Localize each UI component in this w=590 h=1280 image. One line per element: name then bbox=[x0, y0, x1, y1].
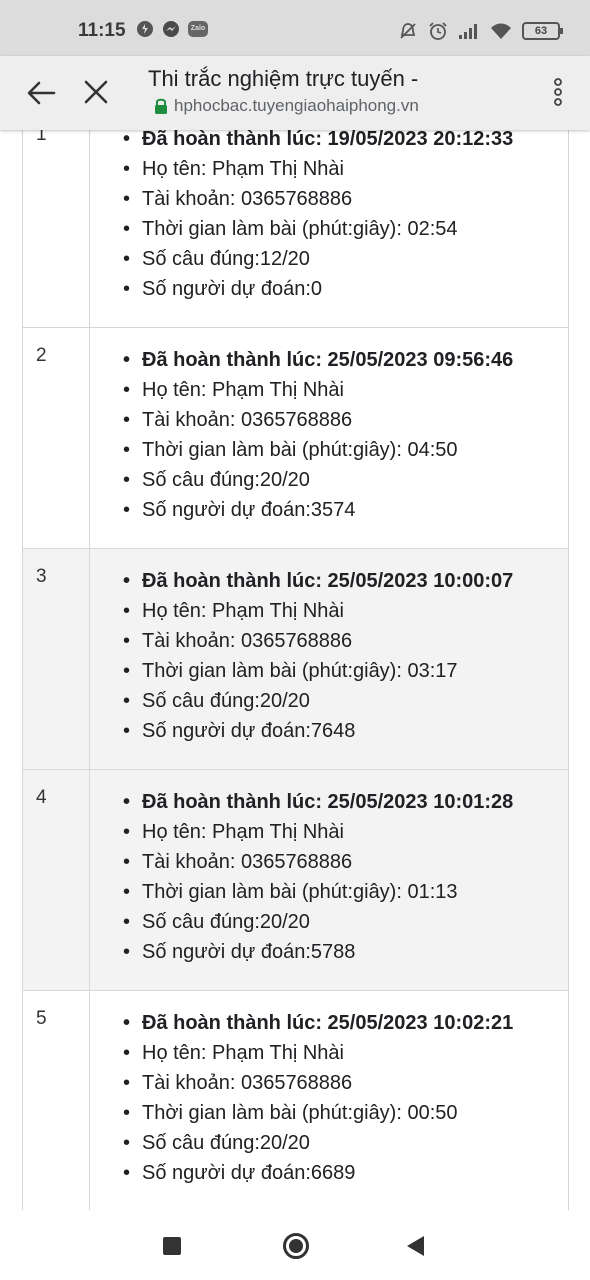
alarm-icon bbox=[429, 22, 447, 40]
url-bar[interactable]: hphocbac.tuyengiaohaiphong.vn bbox=[154, 96, 419, 116]
navigation-bar bbox=[0, 1210, 590, 1280]
full-name: Họ tên: Phạm Thị Nhài bbox=[123, 1038, 568, 1068]
results-table: 1 Đã hoàn thành lúc: 19/05/2023 20:12:33… bbox=[22, 130, 569, 1210]
account: Tài khoản: 0365768886 bbox=[123, 405, 568, 435]
browser-toolbar: Thi trắc nghiệm trực tuyến - hphocbac.tu… bbox=[0, 56, 590, 130]
predicted-count: Số người dự đoán:0 bbox=[123, 274, 568, 304]
full-name: Họ tên: Phạm Thị Nhài bbox=[123, 154, 568, 184]
row-index: 1 bbox=[23, 130, 90, 327]
row-details: Đã hoàn thành lúc: 25/05/2023 10:01:28 H… bbox=[90, 770, 568, 990]
recents-button[interactable] bbox=[163, 1237, 181, 1255]
row-index: 3 bbox=[23, 549, 90, 769]
predicted-count: Số người dự đoán:7648 bbox=[123, 716, 568, 746]
signal-icon bbox=[459, 24, 477, 39]
duration: Thời gian làm bài (phút:giây): 02:54 bbox=[123, 214, 568, 244]
correct-answers: Số câu đúng:20/20 bbox=[123, 465, 568, 495]
full-name: Họ tên: Phạm Thị Nhài bbox=[123, 375, 568, 405]
results-content: 1 Đã hoàn thành lúc: 19/05/2023 20:12:33… bbox=[0, 130, 590, 1210]
messenger-icon bbox=[163, 21, 179, 37]
wifi-icon bbox=[491, 23, 511, 39]
url-text: hphocbac.tuyengiaohaiphong.vn bbox=[174, 96, 419, 115]
account: Tài khoản: 0365768886 bbox=[123, 847, 568, 877]
full-name: Họ tên: Phạm Thị Nhài bbox=[123, 596, 568, 626]
lock-icon bbox=[155, 98, 167, 114]
status-time: 11:15 bbox=[78, 20, 126, 41]
table-row: 5 Đã hoàn thành lúc: 25/05/2023 10:02:21… bbox=[23, 991, 568, 1210]
notification-icons: Zalo bbox=[136, 20, 208, 38]
table-row: 3 Đã hoàn thành lúc: 25/05/2023 10:00:07… bbox=[23, 549, 568, 770]
back-arrow-icon[interactable] bbox=[24, 76, 58, 110]
completed-time: Đã hoàn thành lúc: 25/05/2023 10:00:07 bbox=[123, 566, 568, 596]
page-title: Thi trắc nghiệm trực tuyến - bbox=[148, 66, 419, 91]
duration: Thời gian làm bài (phút:giây): 00:50 bbox=[123, 1098, 568, 1128]
duration: Thời gian làm bài (phút:giây): 01:13 bbox=[123, 877, 568, 907]
completed-time: Đã hoàn thành lúc: 25/05/2023 10:02:21 bbox=[123, 1008, 568, 1038]
row-index: 2 bbox=[23, 328, 90, 548]
correct-answers: Số câu đúng:12/20 bbox=[123, 244, 568, 274]
row-details: Đã hoàn thành lúc: 25/05/2023 10:02:21 H… bbox=[90, 991, 568, 1210]
correct-answers: Số câu đúng:20/20 bbox=[123, 907, 568, 937]
completed-time: Đã hoàn thành lúc: 25/05/2023 10:01:28 bbox=[123, 787, 568, 817]
row-details: Đã hoàn thành lúc: 25/05/2023 10:00:07 H… bbox=[90, 549, 568, 769]
predicted-count: Số người dự đoán:6689 bbox=[123, 1158, 568, 1188]
home-button[interactable] bbox=[283, 1233, 309, 1259]
zalo-icon: Zalo bbox=[188, 21, 208, 37]
predicted-count: Số người dự đoán:3574 bbox=[123, 495, 568, 525]
account: Tài khoản: 0365768886 bbox=[123, 1068, 568, 1098]
row-details: Đã hoàn thành lúc: 19/05/2023 20:12:33 H… bbox=[90, 130, 568, 327]
correct-answers: Số câu đúng:20/20 bbox=[123, 686, 568, 716]
duration: Thời gian làm bài (phút:giây): 04:50 bbox=[123, 435, 568, 465]
account: Tài khoản: 0365768886 bbox=[123, 184, 568, 214]
completed-time: Đã hoàn thành lúc: 19/05/2023 20:12:33 bbox=[123, 130, 568, 154]
alarm-off-icon bbox=[400, 23, 416, 39]
system-icons: 63 bbox=[398, 21, 563, 41]
correct-answers: Số câu đúng:20/20 bbox=[123, 1128, 568, 1158]
row-index: 4 bbox=[23, 770, 90, 990]
duration: Thời gian làm bài (phút:giây): 03:17 bbox=[123, 656, 568, 686]
row-details: Đã hoàn thành lúc: 25/05/2023 09:56:46 H… bbox=[90, 328, 568, 548]
table-row: 1 Đã hoàn thành lúc: 19/05/2023 20:12:33… bbox=[23, 130, 568, 328]
close-icon[interactable] bbox=[80, 76, 112, 108]
status-bar: 11:15 Zalo 63 bbox=[0, 0, 590, 56]
predicted-count: Số người dự đoán:5788 bbox=[123, 937, 568, 967]
account: Tài khoản: 0365768886 bbox=[123, 626, 568, 656]
shield-icon bbox=[137, 21, 153, 37]
full-name: Họ tên: Phạm Thị Nhài bbox=[123, 817, 568, 847]
table-row: 4 Đã hoàn thành lúc: 25/05/2023 10:01:28… bbox=[23, 770, 568, 991]
nav-back-button[interactable] bbox=[407, 1236, 424, 1256]
table-row: 2 Đã hoàn thành lúc: 25/05/2023 09:56:46… bbox=[23, 328, 568, 549]
row-index: 5 bbox=[23, 991, 90, 1210]
more-vert-icon[interactable] bbox=[550, 74, 566, 110]
battery-icon: 63 bbox=[522, 22, 563, 40]
completed-time: Đã hoàn thành lúc: 25/05/2023 09:56:46 bbox=[123, 345, 568, 375]
